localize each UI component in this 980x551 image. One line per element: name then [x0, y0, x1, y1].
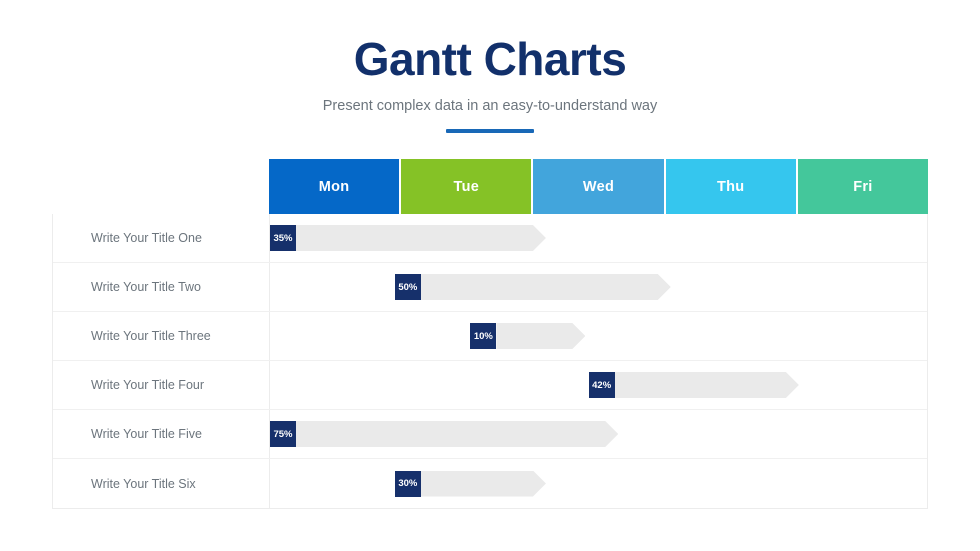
task-percent-badge: 35% — [270, 225, 296, 251]
task-label: Write Your Title Three — [53, 312, 270, 360]
task-percent-badge: 42% — [588, 372, 615, 398]
task-percent-badge: 50% — [394, 274, 421, 300]
gantt-day-header-row: Mon Tue Wed Thu Fri — [269, 159, 929, 214]
task-track: 42% — [270, 361, 927, 409]
day-header-mon[interactable]: Mon — [269, 159, 402, 214]
task-bar-fill — [296, 421, 618, 447]
task-label: Write Your Title Six — [53, 459, 270, 508]
table-row: Write Your Title Five 75% — [53, 410, 927, 459]
accent-divider — [446, 128, 534, 133]
task-bar-fill — [421, 274, 671, 300]
task-bar-fill — [296, 225, 546, 251]
page-title: Gantt Charts — [353, 33, 627, 85]
table-row: Write Your Title Four 42% — [53, 361, 927, 410]
page-subtitle: Present complex data in an easy-to-under… — [322, 97, 658, 114]
day-header-label: Thu — [716, 178, 745, 195]
day-header-thu[interactable]: Thu — [665, 159, 798, 214]
task-label: Write Your Title Five — [53, 410, 270, 458]
task-label: Write Your Title Two — [53, 263, 270, 311]
task-bar[interactable]: 10% — [470, 323, 585, 349]
day-header-tue[interactable]: Tue — [401, 159, 534, 214]
task-label: Write Your Title One — [53, 214, 270, 262]
task-bar[interactable]: 42% — [588, 372, 799, 398]
gantt-task-rows: Write Your Title One 35% Write Your Title … — [52, 214, 928, 509]
table-row: Write Your Title Six 30% — [53, 459, 927, 508]
task-percent-badge: 30% — [394, 470, 421, 497]
task-track: 30% — [270, 459, 927, 508]
table-row: Write Your Title One 35% — [53, 214, 927, 263]
task-track: 50% — [270, 263, 927, 311]
task-bar[interactable]: 50% — [394, 274, 671, 300]
day-header-label: Fri — [853, 178, 873, 195]
task-bar[interactable]: 75% — [270, 421, 618, 447]
task-track: 35% — [270, 214, 927, 262]
table-row: Write Your Title Two 50% — [53, 263, 927, 312]
task-bar[interactable]: 30% — [394, 470, 546, 497]
day-header-label: Mon — [318, 178, 350, 195]
task-bar-fill — [496, 323, 585, 349]
day-header-fri[interactable]: Fri — [797, 159, 929, 214]
gantt-chart: Mon Tue Wed Thu Fri Write Your Title One 35% W… — [52, 159, 929, 509]
slide-header: Gantt Charts Present complex data in an … — [0, 0, 980, 133]
task-bar-fill — [421, 471, 546, 497]
table-row: Write Your Title Three 10% — [53, 312, 927, 361]
task-track: 10% — [270, 312, 927, 360]
task-bar[interactable]: 35% — [270, 225, 546, 251]
task-label: Write Your Title Four — [53, 361, 270, 409]
task-percent-badge: 10% — [470, 323, 497, 349]
task-percent-badge: 75% — [270, 421, 296, 447]
day-header-label: Wed — [582, 178, 615, 195]
task-bar-fill — [615, 372, 799, 398]
day-header-wed[interactable]: Wed — [533, 159, 666, 214]
task-track: 75% — [270, 410, 927, 458]
day-header-label: Tue — [453, 178, 480, 195]
